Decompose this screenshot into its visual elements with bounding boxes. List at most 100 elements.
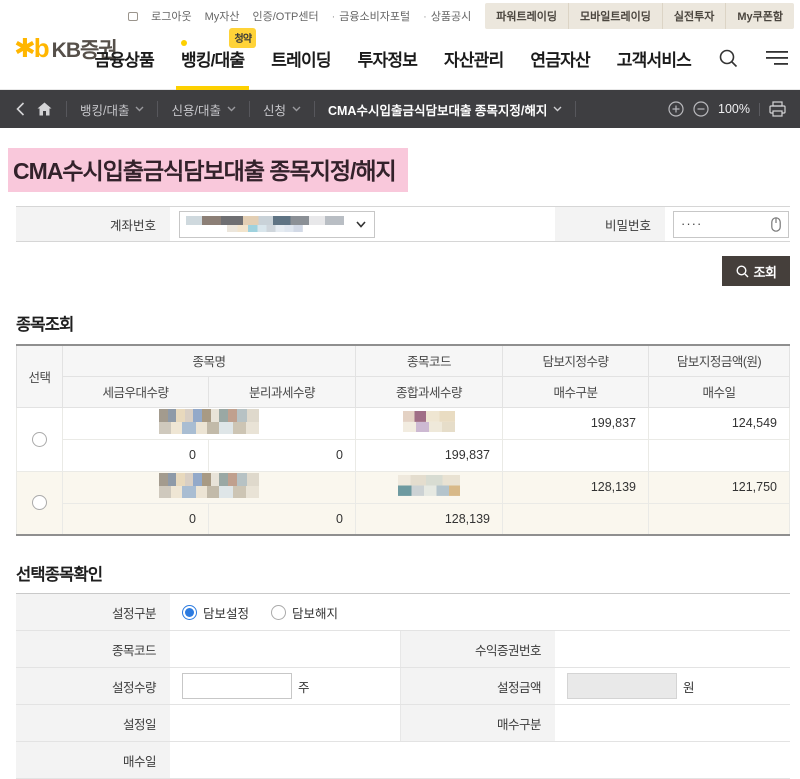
nav-investment-info[interactable]: 투자정보 [358,27,417,89]
account-number-redacted [186,216,344,233]
setup-amount-unit: 원 [683,677,695,696]
row2-stock-code-redacted [398,475,460,496]
zoom-level: 100% [718,102,750,116]
setup-amount-input[interactable] [567,673,677,699]
page-title: CMA수시입출금식담보대출 종목지정/해지 [8,148,408,192]
real-invest-button[interactable]: 실전투자 [662,3,725,29]
utility-button-group: 파워트레이딩 모바일트레이딩 실전투자 My쿠폰함 [485,3,794,29]
chevron-down-icon [553,106,562,112]
breadcrumb-apply[interactable]: 신청 [250,101,315,117]
row2-pledge-qty: 128,139 [503,471,649,503]
nav-pension[interactable]: 연금자산 [530,27,589,89]
account-number-label: 계좌번호 [16,207,170,241]
breadcrumb-credit-loan-label: 신용/대출 [171,100,220,119]
password-input[interactable]: ···· [673,211,789,238]
breadcrumb-credit-loan[interactable]: 신용/대출 [158,101,249,117]
zoom-out-icon[interactable] [693,101,709,117]
row1-separate-tax-qty: 0 [209,439,356,471]
utility-bar: 로그아웃 My자산 인증/OTP센터 금융소비자포털 상품공시 파워트레이딩 모… [0,0,800,27]
col-buy-type: 매수구분 [503,376,649,407]
login-status-icon [128,12,138,21]
pledge-release-radio[interactable] [271,605,286,620]
mobile-trading-button[interactable]: 모바일트레이딩 [568,3,662,29]
search-icon[interactable] [718,48,739,69]
mouse-input-icon [771,217,781,232]
stock-table: 선택 종목명 종목코드 담보지정수량 담보지정금액(원) 세금우대수량 분리과세… [16,344,790,536]
row1-stock-name-redacted [159,409,259,434]
pledge-set-option[interactable]: 담보설정 [182,603,249,622]
setup-type-label: 설정구분 [16,594,170,630]
row2-general-tax-qty: 128,139 [356,503,503,535]
col-separate-tax-qty: 분리과세수량 [209,376,356,407]
account-form: 계좌번호 비밀번호 ···· [16,206,790,242]
home-icon[interactable] [37,102,52,116]
row1-buy-date [649,439,790,471]
row1-general-tax-qty: 199,837 [356,439,503,471]
my-coupon-button[interactable]: My쿠폰함 [725,3,794,29]
inquiry-button-label: 조회 [754,262,777,281]
row2-select-radio[interactable] [32,495,47,510]
row1-stock-code-redacted [403,411,455,432]
logout-link[interactable]: 로그아웃 [151,8,191,24]
breadcrumb-banking[interactable]: 뱅킹/대출 [67,101,158,117]
inquiry-button[interactable]: 조회 [722,256,790,286]
row1-pledge-qty: 199,837 [503,407,649,439]
kb-star-icon: ✱b [14,33,48,64]
col-stock-name: 종목명 [63,345,356,376]
chevron-down-icon [356,221,366,228]
my-asset-link[interactable]: My자산 [205,8,240,24]
row2-stock-name-redacted [159,473,259,498]
confirm-form: 설정구분 담보설정 담보해지 종목코드 수익증권번호 설정수량 [16,593,790,779]
subscription-badge: 청약 [229,28,256,48]
pledge-set-radio[interactable] [182,605,197,620]
chevron-down-icon [135,106,144,112]
nav-banking-loan[interactable]: 뱅킹/대출 청약 [181,27,244,89]
back-icon[interactable] [16,102,25,116]
main-content: CMA수시입출금식담보대출 종목지정/해지 계좌번호 비밀번호 ···· 조회 … [0,128,800,779]
buy-date-value [170,742,790,778]
setup-amount-label: 설정금액 [400,668,555,704]
pledge-release-option-label: 담보해지 [292,603,338,622]
breadcrumb: 뱅킹/대출 신용/대출 신청 CMA수시입출금식담보대출 종목지정/해지 100… [0,90,800,128]
nav-customer-service[interactable]: 고객서비스 [617,27,691,89]
hamburger-menu-icon[interactable] [766,50,788,66]
col-buy-date: 매수일 [649,376,790,407]
row2-separate-tax-qty: 0 [209,503,356,535]
account-number-select[interactable] [179,211,375,238]
row1-select-radio[interactable] [32,432,47,447]
password-label: 비밀번호 [555,207,665,241]
setup-date-value [170,705,400,741]
table-row: 128,139 121,750 [17,471,790,503]
header: ✱b KB증권 금융상품 뱅킹/대출 청약 트레이딩 투자정보 자산관리 연금자… [0,27,800,90]
nav-asset-management[interactable]: 자산관리 [444,27,503,89]
nav-financial-products[interactable]: 금융상품 [95,27,154,89]
row2-buy-type [503,503,649,535]
col-select: 선택 [17,345,63,407]
setup-qty-input[interactable] [182,673,292,699]
zoom-in-icon[interactable] [668,101,684,117]
certificate-no-label: 수익증권번호 [400,631,555,667]
buy-type-label: 매수구분 [400,705,555,741]
pledge-set-option-label: 담보설정 [203,603,249,622]
row2-tax-benefit-qty: 0 [63,503,209,535]
certificate-no-value [555,631,790,667]
nav-trading[interactable]: 트레이딩 [271,27,330,89]
stock-code-value [170,631,400,667]
setup-qty-unit: 주 [298,677,310,696]
nav-banking-loan-label: 뱅킹/대출 [181,46,244,71]
table-row: 0 0 199,837 [17,439,790,471]
setup-date-label: 설정일 [16,705,170,741]
print-icon[interactable] [769,101,786,117]
col-pledge-qty: 담보지정수량 [503,345,649,376]
breadcrumb-current-page[interactable]: CMA수시입출금식담보대출 종목지정/해지 [315,101,576,117]
otp-center-link[interactable]: 인증/OTP센터 [252,8,318,24]
password-masked-value: ···· [681,219,702,229]
pledge-release-option[interactable]: 담보해지 [271,603,338,622]
utility-links: 로그아웃 My자산 인증/OTP센터 금융소비자포털 상품공시 [128,8,471,24]
consumer-portal-link[interactable]: 금융소비자포털 [332,8,411,24]
stock-code-label: 종목코드 [16,631,170,667]
power-trading-button[interactable]: 파워트레이딩 [485,3,568,29]
row1-buy-type [503,439,649,471]
product-disclosure-link[interactable]: 상품공시 [423,8,471,24]
row1-tax-benefit-qty: 0 [63,439,209,471]
